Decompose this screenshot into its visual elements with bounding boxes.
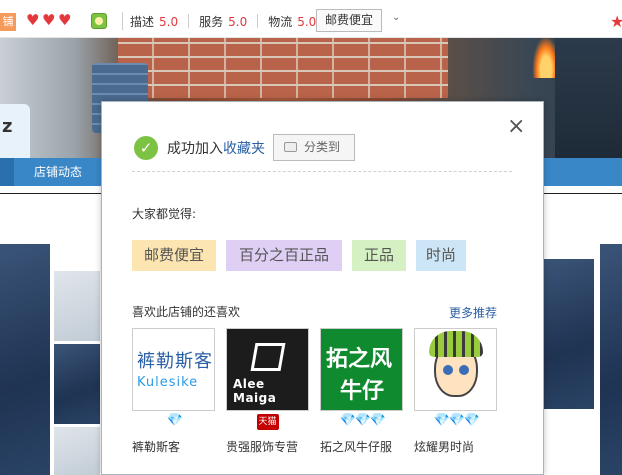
shop-logo[interactable]: 裤勒斯客 Kulesike bbox=[132, 328, 215, 411]
chevron-down-icon[interactable]: ⌄ bbox=[392, 12, 400, 23]
eye-icon bbox=[459, 365, 469, 375]
heart-icon: ♥ bbox=[42, 11, 56, 29]
also-like-label: 喜欢此店铺的还喜欢 bbox=[132, 305, 241, 319]
diamond-icon: 💎 bbox=[166, 413, 183, 428]
brick-wall-image bbox=[118, 38, 448, 98]
shop-name[interactable]: 贵强服饰专营 bbox=[226, 438, 309, 455]
model-image bbox=[555, 38, 622, 158]
product-image[interactable] bbox=[54, 344, 100, 424]
diamond-icon: 💎 bbox=[369, 413, 386, 428]
nav-item-shop-news[interactable]: 店铺动态 bbox=[34, 158, 82, 186]
diamond-icon: 💎 bbox=[448, 413, 465, 428]
wangwang-chat-icon[interactable] bbox=[91, 13, 107, 29]
divider bbox=[257, 14, 259, 28]
impression-tag-button[interactable]: 邮费便宜 bbox=[316, 9, 382, 32]
divider bbox=[132, 171, 512, 172]
close-icon[interactable]: × bbox=[507, 116, 525, 138]
folder-icon bbox=[284, 142, 297, 152]
rating-service: 服务 5.0 bbox=[199, 15, 248, 29]
diamond-icon: 💎 bbox=[354, 413, 371, 428]
shop-level-badge: 💎 💎 💎 bbox=[320, 414, 403, 434]
shop-ratings: 描述 5.0 服务 5.0 物流 5.0 bbox=[130, 14, 316, 30]
recommended-shop[interactable]: 拓之风 牛仔 💎 💎 💎 拓之风牛仔服 bbox=[320, 328, 403, 455]
product-image[interactable] bbox=[544, 259, 594, 409]
product-image[interactable] bbox=[600, 244, 622, 475]
success-message: 成功加入收藏夹 bbox=[167, 141, 265, 157]
promo-card[interactable]: z bbox=[0, 104, 30, 158]
impression-tag[interactable]: 百分之百正品 bbox=[226, 240, 342, 271]
impression-tag[interactable]: 时尚 bbox=[416, 240, 466, 271]
divider bbox=[188, 14, 190, 28]
nav-active-indicator bbox=[0, 158, 14, 186]
heart-icon: ♥ bbox=[58, 11, 72, 29]
rating-logistics: 物流 5.0 bbox=[268, 15, 317, 29]
diamond-icon: 💎 bbox=[339, 413, 356, 428]
product-image[interactable] bbox=[54, 427, 100, 475]
everyone-thinks-label: 大家都觉得: bbox=[132, 207, 197, 221]
cartoon-hat-icon bbox=[429, 331, 483, 357]
classify-button[interactable]: 分类到 bbox=[273, 134, 355, 161]
impression-tag[interactable]: 正品 bbox=[352, 240, 406, 271]
shop-header-bar: 铺 ♥ ♥ ♥ 描述 5.0 服务 5.0 物流 5.0 邮费便宜 ⌄ ★ bbox=[0, 0, 622, 38]
shop-name[interactable]: 炫耀男时尚 bbox=[414, 438, 497, 455]
divider bbox=[122, 12, 123, 30]
product-image[interactable] bbox=[54, 271, 100, 341]
favorite-success-dialog: × ✓ 成功加入收藏夹 分类到 大家都觉得: 邮费便宜 百分之百正品 正品 时尚… bbox=[101, 101, 544, 475]
diamond-icon: 💎 bbox=[433, 413, 450, 428]
product-image[interactable] bbox=[0, 244, 50, 475]
diamond-icon: 💎 bbox=[463, 413, 480, 428]
success-check-icon: ✓ bbox=[134, 136, 158, 160]
shop-tag: 铺 bbox=[0, 13, 16, 31]
shop-logo[interactable]: 拓之风 牛仔 bbox=[320, 328, 403, 411]
favorite-star-icon[interactable]: ★ bbox=[610, 12, 622, 31]
shop-name[interactable]: 裤勒斯客 bbox=[132, 438, 215, 455]
shop-level-badge: 💎 bbox=[132, 414, 215, 434]
shop-logo[interactable] bbox=[414, 328, 497, 411]
seller-credit-hearts: ♥ ♥ ♥ bbox=[26, 13, 73, 29]
shop-level-badge: 天猫 bbox=[226, 414, 309, 434]
rating-description: 描述 5.0 bbox=[130, 15, 179, 29]
shop-logo[interactable]: Alee Maiga bbox=[226, 328, 309, 411]
recommended-shop[interactable]: Alee Maiga 天猫 贵强服饰专营 bbox=[226, 328, 309, 455]
favorites-link[interactable]: 收藏夹 bbox=[223, 141, 265, 157]
tmall-icon: 天猫 bbox=[256, 414, 279, 430]
shop-level-badge: 💎 💎 💎 bbox=[414, 414, 497, 434]
more-recommend-link[interactable]: 更多推荐 bbox=[449, 304, 497, 321]
shop-name[interactable]: 拓之风牛仔服 bbox=[320, 438, 403, 455]
recommended-shop[interactable]: 💎 💎 💎 炫耀男时尚 bbox=[414, 328, 497, 455]
heart-icon: ♥ bbox=[26, 11, 40, 29]
recommended-shop[interactable]: 裤勒斯客 Kulesike 💎 裤勒斯客 bbox=[132, 328, 215, 455]
brand-mark-icon bbox=[250, 343, 286, 371]
impression-tag[interactable]: 邮费便宜 bbox=[132, 240, 216, 271]
eye-icon bbox=[443, 365, 453, 375]
